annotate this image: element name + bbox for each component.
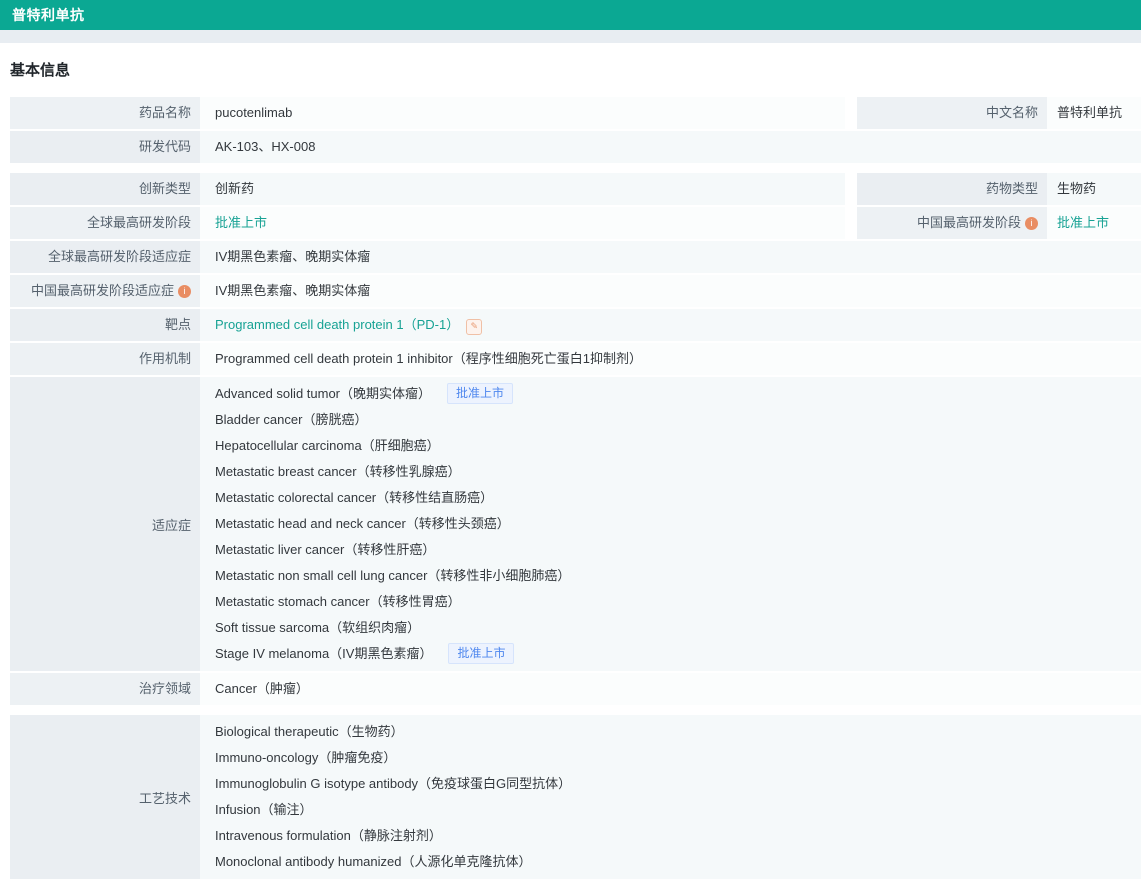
therapy-area-label: 治疗领域: [10, 673, 200, 705]
indications-label: 适应症: [10, 377, 200, 671]
column-gap: [845, 97, 857, 129]
indication-item: Advanced solid tumor（晚期实体瘤）批准上市: [215, 381, 1141, 407]
info-icon[interactable]: i: [1025, 217, 1038, 230]
technology-list: Biological therapeutic（生物药） Immuno-oncol…: [215, 719, 1141, 875]
cn-name-label: 中文名称: [857, 97, 1047, 129]
technology-item: Intravenous formulation（静脉注射剂）: [215, 823, 1141, 849]
indication-item: Metastatic stomach cancer（转移性胃癌）: [215, 589, 1141, 615]
indication-item: Metastatic head and neck cancer（转移性头颈癌）: [215, 511, 1141, 537]
drug-name-value: pucotenlimab: [200, 97, 845, 129]
indications-value: Advanced solid tumor（晚期实体瘤）批准上市 Bladder …: [200, 377, 1141, 671]
indication-item: Hepatocellular carcinoma（肝细胞癌）: [215, 433, 1141, 459]
global-phase-link[interactable]: 批准上市: [215, 215, 267, 230]
technology-item: Infusion（输注）: [215, 797, 1141, 823]
indication-item: Stage IV melanoma（IV期黑色素瘤）批准上市: [215, 641, 1141, 667]
indication-item: Metastatic colorectal cancer（转移性结直肠癌）: [215, 485, 1141, 511]
indication-item: Bladder cancer（膀胱癌）: [215, 407, 1141, 433]
row-moa: 作用机制 Programmed cell death protein 1 inh…: [10, 343, 1141, 375]
moa-value: Programmed cell death protein 1 inhibito…: [200, 343, 1141, 375]
basic-info-table: 药品名称 pucotenlimab 中文名称 普特利单抗 研发代码 AK-103…: [10, 97, 1141, 879]
indication-item: Metastatic breast cancer（转移性乳腺癌）: [215, 459, 1141, 485]
row-indications: 适应症 Advanced solid tumor（晚期实体瘤）批准上市 Blad…: [10, 377, 1141, 671]
row-highest-phase: 全球最高研发阶段 批准上市 中国最高研发阶段i 批准上市: [10, 207, 1141, 239]
technology-item: Biological therapeutic（生物药）: [215, 719, 1141, 745]
moa-label: 作用机制: [10, 343, 200, 375]
therapy-area-value: Cancer（肿瘤）: [200, 673, 1141, 705]
row-global-phase-indication: 全球最高研发阶段适应症 IV期黑色素瘤、晚期实体瘤: [10, 241, 1141, 273]
row-therapy-area: 治疗领域 Cancer（肿瘤）: [10, 673, 1141, 705]
section-title: 基本信息: [10, 63, 1141, 79]
edit-icon[interactable]: ✎: [466, 319, 482, 335]
target-label: 靶点: [10, 309, 200, 341]
indication-item: Soft tissue sarcoma（软组织肉瘤）: [215, 615, 1141, 641]
target-link[interactable]: Programmed cell death protein 1（PD-1）: [215, 317, 459, 332]
innovation-type-value: 创新药: [200, 173, 845, 205]
innovation-type-label: 创新类型: [10, 173, 200, 205]
header-divider-strip: [0, 30, 1141, 43]
china-phase-link[interactable]: 批准上市: [1057, 215, 1109, 230]
drug-type-value: 生物药: [1047, 173, 1141, 205]
table-group-names: 药品名称 pucotenlimab 中文名称 普特利单抗 研发代码 AK-103…: [10, 97, 1141, 163]
indication-list: Advanced solid tumor（晚期实体瘤）批准上市 Bladder …: [215, 381, 1141, 667]
table-group-development: 创新类型 创新药 药物类型 生物药 全球最高研发阶段 批准上市 中国最高研发阶段…: [10, 173, 1141, 705]
global-phase-indication-value: IV期黑色素瘤、晚期实体瘤: [200, 241, 1141, 273]
china-highest-phase-label: 中国最高研发阶段i: [857, 207, 1047, 239]
technology-item: Immuno-oncology（肿瘤免疫）: [215, 745, 1141, 771]
china-phase-indication-value: IV期黑色素瘤、晚期实体瘤: [200, 275, 1141, 307]
row-china-phase-indication: 中国最高研发阶段适应症i IV期黑色素瘤、晚期实体瘤: [10, 275, 1141, 307]
china-phase-indication-label: 中国最高研发阶段适应症i: [10, 275, 200, 307]
row-target: 靶点 Programmed cell death protein 1（PD-1）…: [10, 309, 1141, 341]
column-gap: [845, 207, 857, 239]
target-value: Programmed cell death protein 1（PD-1） ✎: [200, 309, 1141, 341]
indication-item: Metastatic non small cell lung cancer（转移…: [215, 563, 1141, 589]
indication-item: Metastatic liver cancer（转移性肝癌）: [215, 537, 1141, 563]
row-rd-code: 研发代码 AK-103、HX-008: [10, 131, 1141, 163]
technology-label: 工艺技术: [10, 715, 200, 879]
global-phase-indication-label: 全球最高研发阶段适应症: [10, 241, 200, 273]
global-highest-phase-value: 批准上市: [200, 207, 845, 239]
status-badge: 批准上市: [447, 383, 513, 404]
page-title: 普特利单抗: [12, 5, 85, 25]
drug-name-label: 药品名称: [10, 97, 200, 129]
row-drug-name: 药品名称 pucotenlimab 中文名称 普特利单抗: [10, 97, 1141, 129]
info-icon[interactable]: i: [178, 285, 191, 298]
column-gap: [845, 173, 857, 205]
row-technology: 工艺技术 Biological therapeutic（生物药） Immuno-…: [10, 715, 1141, 879]
row-innovation-type: 创新类型 创新药 药物类型 生物药: [10, 173, 1141, 205]
table-group-technology: 工艺技术 Biological therapeutic（生物药） Immuno-…: [10, 715, 1141, 879]
technology-item: Immunoglobulin G isotype antibody（免疫球蛋白G…: [215, 771, 1141, 797]
technology-item: Monoclonal antibody humanized（人源化单克隆抗体）: [215, 849, 1141, 875]
status-badge: 批准上市: [448, 643, 514, 664]
technology-value: Biological therapeutic（生物药） Immuno-oncol…: [200, 715, 1141, 879]
china-highest-phase-value: 批准上市: [1047, 207, 1141, 239]
rd-code-value: AK-103、HX-008: [200, 131, 1141, 163]
page-header-bar: 普特利单抗: [0, 0, 1141, 30]
global-highest-phase-label: 全球最高研发阶段: [10, 207, 200, 239]
cn-name-value: 普特利单抗: [1047, 97, 1141, 129]
rd-code-label: 研发代码: [10, 131, 200, 163]
drug-type-label: 药物类型: [857, 173, 1047, 205]
